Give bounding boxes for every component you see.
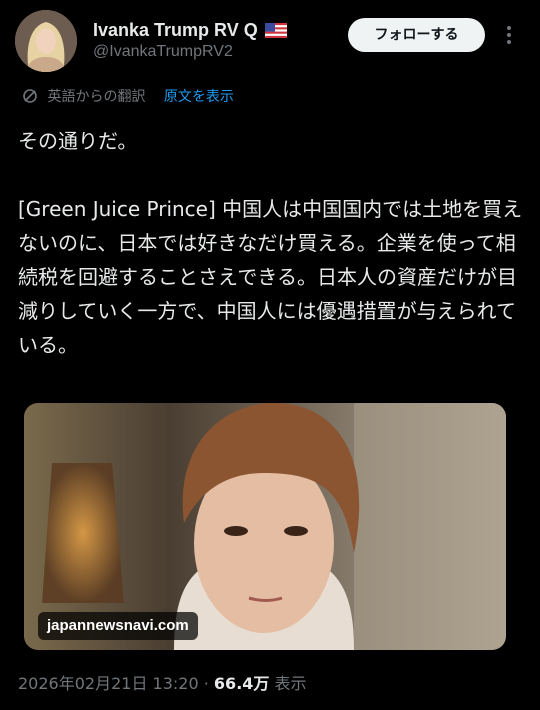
views-label: 表示 — [274, 674, 307, 693]
us-flag-icon — [264, 22, 287, 43]
author-handle[interactable]: @IvankaTrumpRV2 — [93, 43, 233, 61]
show-original-link[interactable]: 原文を表示 — [164, 89, 234, 105]
tweet-header: Ivanka Trump RV Q @IvankaTrumpRV2 フォローする — [0, 0, 540, 80]
meta-separator: · — [203, 674, 209, 693]
follow-button[interactable]: フォローする — [348, 18, 485, 52]
tweet-timestamp[interactable]: 2026年02月21日 13:20 — [18, 674, 199, 693]
author-display-name[interactable]: Ivanka Trump RV Q — [93, 20, 287, 43]
translate-icon — [22, 88, 38, 104]
author-name-text: Ivanka Trump RV Q — [93, 20, 258, 40]
translation-label: 英語からの翻訳 — [47, 89, 146, 105]
tweet-meta: 2026年02月21日 13:20 · 66.4万 表示 — [18, 670, 307, 694]
profile-avatar[interactable] — [15, 10, 77, 72]
tweet-line-1: その通りだ。 — [18, 129, 138, 153]
tweet-line-2: [Green Juice Prince] 中国人は中国国内では土地を買えないのに… — [18, 197, 523, 357]
tweet-text: その通りだ。 [Green Juice Prince] 中国人は中国国内では土地… — [18, 124, 523, 362]
media-source-link[interactable]: japannewsnavi.com — [38, 612, 198, 640]
views-count: 66.4万 — [213, 674, 270, 693]
more-vertical-icon[interactable] — [503, 24, 515, 46]
translation-notice: 英語からの翻訳 原文を表示 — [22, 86, 234, 106]
